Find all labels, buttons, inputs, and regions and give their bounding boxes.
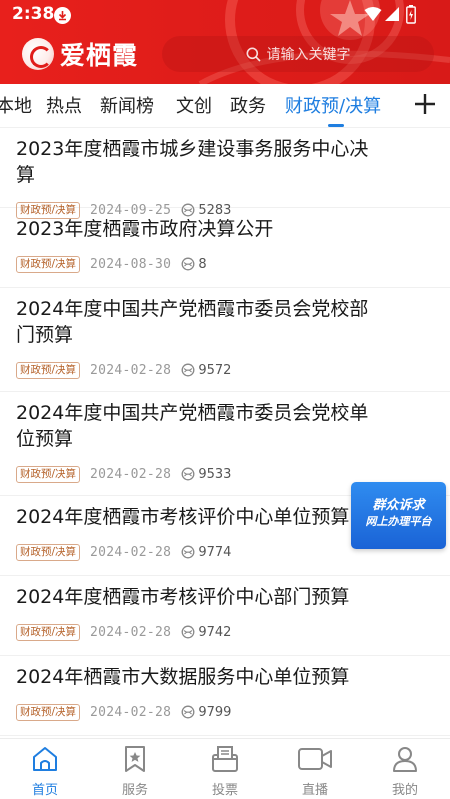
views-icon [181,257,195,271]
category-tabs: 本地 热点 新闻榜 文创 政务 财政预/决算 [0,84,450,128]
tab-culture[interactable]: 文创 [176,92,212,118]
view-count: 9572 [198,362,232,378]
signal-icon [385,7,399,21]
nav-mine[interactable]: 我的 [360,745,450,798]
logo-mark-icon [22,38,54,70]
list-item[interactable]: 2024年度中国共产党栖霞市委员会党校部门预算 财政预/决算 2024-02-2… [0,288,450,392]
petition-line1: 群众诉求 [372,498,425,513]
download-icon [54,7,71,24]
article-date: 2024-02-28 [90,544,172,560]
views-icon [181,705,195,719]
list-item[interactable]: 2024年栖霞市大数据服务中心单位预算 财政预/决算 2024-02-28 97… [0,656,450,736]
nav-live[interactable]: 直播 [270,745,360,798]
tab-local[interactable]: 本地 [0,92,32,118]
views-icon [181,467,195,481]
article-meta: 财政预/决算 2024-02-28 9742 [16,618,434,646]
article-date: 2024-02-28 [90,624,172,640]
petition-line2: 网上办理平台 [365,515,432,528]
view-count: 9799 [198,704,232,720]
search-bar[interactable]: 请输入关键字 [162,36,434,72]
bookmark-star-icon [125,746,145,772]
tab-news-ranking[interactable]: 新闻榜 [100,92,154,118]
nav-vote[interactable]: 投票 [180,745,270,798]
user-icon [393,747,417,772]
list-item[interactable]: 2023年度栖霞市政府决算公开 财政预/决算 2024-08-30 8 [0,208,450,288]
article-title: 2024年度中国共产党栖霞市委员会党校单位预算 [16,402,369,450]
article-title: 2023年度栖霞市城乡建设事务服务中心决算 [16,138,369,186]
tab-government[interactable]: 政务 [230,92,266,118]
view-count: 9774 [198,544,232,560]
article-title: 2023年度栖霞市政府决算公开 [16,218,274,240]
status-time: 2:38 [12,4,55,24]
tab-hot[interactable]: 热点 [46,92,82,118]
article-meta: 财政预/决算 2024-08-30 8 [16,250,434,278]
views-icon [181,625,195,639]
logo-text: 爱栖霞 [60,41,139,70]
article-title: 2024年度中国共产党栖霞市委员会党校部门预算 [16,298,369,346]
category-tag: 财政预/决算 [16,623,81,641]
video-camera-icon [298,748,332,770]
active-tab-indicator [328,124,344,127]
status-bar: 2:38 [0,0,450,30]
nav-home[interactable]: 首页 [0,745,90,798]
nav-service-label: 服务 [121,783,148,798]
search-placeholder: 请输入关键字 [266,47,351,63]
view-count: 9533 [198,466,232,482]
list-item[interactable]: 2023年度栖霞市城乡建设事务服务中心决算 财政预/决算 2024-09-25 … [0,128,450,219]
article-date: 2024-02-28 [90,362,172,378]
tab-budget[interactable]: 财政预/决算 [285,92,381,118]
article-title: 2024年度栖霞市考核评价中心部门预算 [16,586,350,608]
nav-vote-label: 投票 [211,783,238,798]
views-icon [181,363,195,377]
article-date: 2024-02-28 [90,704,172,720]
category-tag: 财政预/决算 [16,465,81,483]
nav-service[interactable]: 服务 [90,745,180,798]
ballot-box-icon [212,746,238,772]
view-count: 9742 [198,624,232,640]
nav-live-label: 直播 [301,783,328,798]
wifi-icon [364,7,382,21]
nav-home-label: 首页 [31,783,58,798]
search-icon [246,47,261,62]
article-list: 2023年度栖霞市城乡建设事务服务中心决算 财政预/决算 2024-09-25 … [0,128,450,736]
bottom-navigation: 首页 服务 投票 直播 我的 [0,738,450,799]
app-header: 2:38 爱栖霞 请输入关键字 [0,0,450,84]
article-date: 2024-08-30 [90,256,172,272]
app-logo[interactable]: 爱栖霞 [22,36,138,72]
view-count: 8 [198,256,207,272]
category-tag: 财政预/决算 [16,255,81,273]
petition-platform-button[interactable]: 群众诉求 网上办理平台 [351,482,446,549]
home-icon [33,747,57,771]
category-tag: 财政预/决算 [16,703,81,721]
article-date: 2024-02-28 [90,466,172,482]
add-tab-icon[interactable] [414,93,436,115]
category-tag: 财政预/决算 [16,543,81,561]
battery-icon [406,5,416,24]
list-item[interactable]: 2024年度栖霞市考核评价中心部门预算 财政预/决算 2024-02-28 97… [0,576,450,656]
article-meta: 财政预/决算 2024-02-28 9799 [16,698,434,726]
category-tag: 财政预/决算 [16,361,81,379]
nav-mine-label: 我的 [391,783,418,798]
views-icon [181,545,195,559]
article-title: 2024年栖霞市大数据服务中心单位预算 [16,666,350,688]
list-item[interactable]: 2024年度中国共产党栖霞市委员会党校单位预算 财政预/决算 2024-02-2… [0,392,450,496]
article-meta: 财政预/决算 2024-02-28 9572 [16,356,434,384]
